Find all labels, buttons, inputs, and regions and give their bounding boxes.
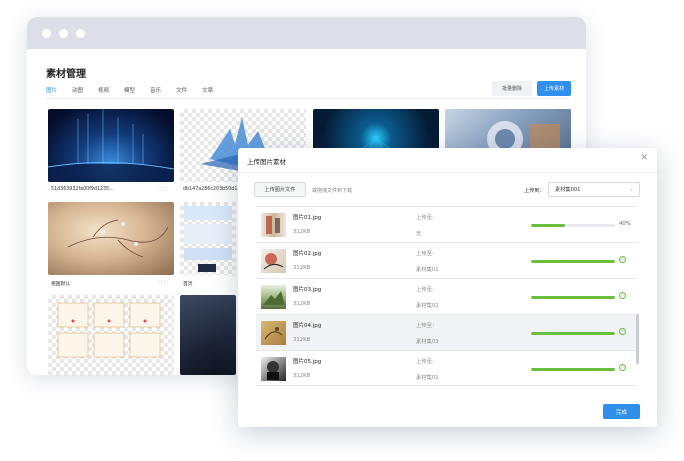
drag-hint: 或拖拽文件到下载 bbox=[312, 188, 353, 194]
check-circle-icon: ✓ bbox=[619, 364, 626, 371]
thumbnail-caption: 祖国默认 bbox=[51, 282, 71, 287]
upload-to-text: 上传至： bbox=[416, 251, 438, 257]
upload-progress-bar bbox=[531, 260, 615, 263]
upload-progress-bar bbox=[531, 332, 615, 335]
upload-progress-bar bbox=[531, 224, 615, 227]
upload-destination: 素材集03 bbox=[416, 339, 439, 345]
more-icon[interactable]: ⬚ ⬚ bbox=[158, 280, 168, 285]
progress-fill bbox=[531, 224, 565, 227]
check-circle-icon: ✓ bbox=[619, 292, 626, 299]
file-size: 312KB bbox=[293, 301, 311, 307]
upload-image-file-button[interactable]: 上传图片文件 bbox=[254, 182, 306, 197]
upload-to-text: 上传至： bbox=[416, 359, 438, 365]
upload-destination: 无 bbox=[416, 231, 422, 237]
material-thumbnail[interactable] bbox=[48, 295, 174, 375]
check-circle-icon: ✓ bbox=[619, 328, 626, 335]
page-title: 素材管理 bbox=[46, 69, 86, 80]
check-circle-icon: ✓ bbox=[619, 256, 626, 263]
window-title-bar bbox=[27, 17, 586, 49]
material-thumbnail[interactable] bbox=[48, 202, 174, 275]
file-size: 312KB bbox=[293, 229, 311, 235]
progress-fill bbox=[531, 260, 615, 263]
file-thumbnail bbox=[261, 321, 286, 345]
material-thumbnail[interactable] bbox=[48, 109, 174, 182]
upload-destination: 素材集01 bbox=[416, 375, 439, 381]
dialog-title: 上传图片素材 bbox=[247, 158, 286, 166]
file-name: 图片04.jpg bbox=[293, 323, 322, 329]
scrollbar-thumb[interactable] bbox=[636, 314, 639, 364]
select-value: 素材集001 bbox=[555, 187, 581, 193]
progress-fill bbox=[531, 296, 615, 299]
material-thumbnail[interactable] bbox=[180, 295, 236, 375]
file-thumbnail bbox=[261, 357, 286, 381]
material-thumbnail[interactable] bbox=[180, 202, 236, 275]
upload-percent: 40% bbox=[619, 221, 631, 227]
file-row: 图片05.jpg 312KB 上传至： 素材集01 ✓ bbox=[256, 350, 638, 386]
file-row: 图片03.jpg 312KB 上传至： 素材集02 ✓ bbox=[256, 278, 638, 314]
window-dot[interactable] bbox=[42, 28, 51, 38]
batch-delete-button[interactable]: 批量删除 bbox=[492, 81, 532, 96]
dialog-divider bbox=[238, 172, 657, 173]
chevron-down-icon: ⌄ bbox=[628, 186, 634, 193]
file-name: 图片03.jpg bbox=[293, 287, 322, 293]
file-row: 图片04.jpg 312KB 上传至： 素材集03 ✓ bbox=[256, 314, 638, 350]
done-button[interactable]: 完成 bbox=[603, 404, 640, 419]
file-thumbnail bbox=[261, 213, 286, 237]
window-dot[interactable] bbox=[59, 28, 68, 38]
more-icon[interactable]: ⬚ ⬚ bbox=[158, 187, 168, 192]
file-name: 图片05.jpg bbox=[293, 359, 322, 365]
file-row: 图片02.jpg 312KB 上传至： 素材集01 ✓ bbox=[256, 242, 638, 278]
close-icon[interactable]: ✕ bbox=[640, 153, 648, 163]
upload-material-button[interactable]: 上传素材 bbox=[537, 81, 571, 96]
upload-file-list: 图片01.jpg 312KB 上传至： 无 40% 图片02.jpg 312KB… bbox=[256, 206, 638, 386]
upload-to-label: 上传到： bbox=[524, 188, 545, 194]
upload-to-text: 上传至： bbox=[416, 215, 438, 221]
thumbnail-caption: db147a286c203b50d1 bbox=[183, 187, 238, 192]
progress-fill bbox=[531, 332, 615, 335]
upload-to-text: 上传至： bbox=[416, 287, 438, 293]
upload-to-text: 上传至： bbox=[416, 323, 438, 329]
thumbnail-caption: 51d363932fa00f9d1235... bbox=[51, 187, 114, 192]
upload-destination: 素材集02 bbox=[416, 303, 439, 309]
file-thumbnail bbox=[261, 249, 286, 273]
progress-fill bbox=[531, 368, 615, 371]
upload-destination-select[interactable]: 素材集001 ⌄ bbox=[548, 182, 640, 197]
upload-destination: 素材集01 bbox=[416, 267, 439, 273]
window-dot[interactable] bbox=[76, 28, 85, 38]
upload-progress-bar bbox=[531, 296, 615, 299]
file-size: 312KB bbox=[293, 265, 311, 271]
tab-divider bbox=[46, 98, 570, 99]
thumbnail-caption: 首页 bbox=[183, 282, 193, 287]
file-size: 312KB bbox=[293, 373, 311, 379]
file-name: 图片01.jpg bbox=[293, 215, 322, 221]
file-row: 图片01.jpg 312KB 上传至： 无 40% bbox=[256, 206, 638, 242]
upload-progress-bar bbox=[531, 368, 615, 371]
file-name: 图片02.jpg bbox=[293, 251, 322, 257]
file-size: 312KB bbox=[293, 337, 311, 343]
file-thumbnail bbox=[261, 285, 286, 309]
upload-image-dialog: 上传图片素材 ✕ 上传图片文件 或拖拽文件到下载 上传到： 素材集001 ⌄ 图… bbox=[238, 148, 657, 427]
